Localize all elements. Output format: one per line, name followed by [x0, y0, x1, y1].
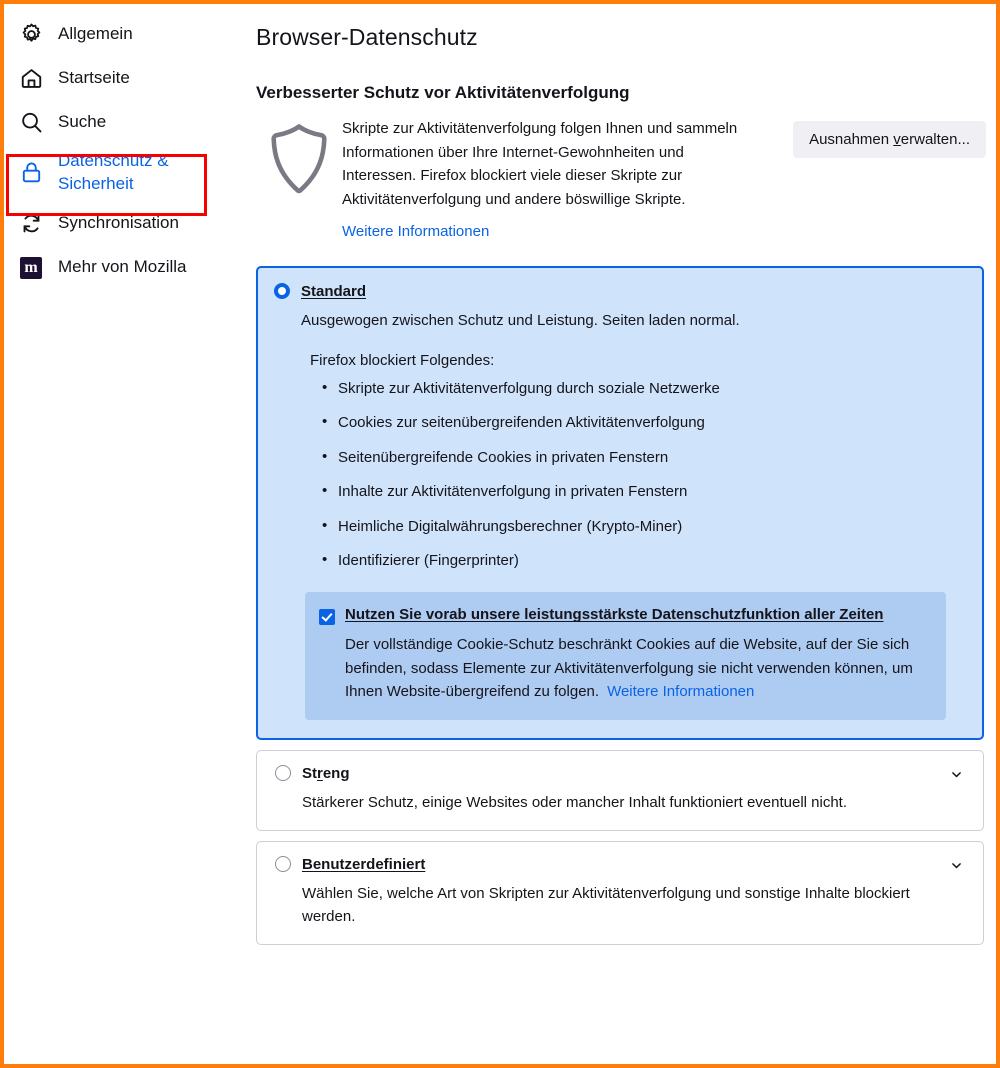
settings-content: Browser-Datenschutz Verbesserter Schutz …	[254, 4, 996, 1064]
total-cookie-protection-banner: Nutzen Sie vorab unsere leistungsstärkst…	[305, 591, 946, 720]
manage-exceptions-button[interactable]: Ausnahmen verwalten...	[793, 121, 986, 158]
shield-icon	[256, 117, 342, 195]
radio-standard[interactable]	[274, 283, 290, 300]
gear-icon	[18, 21, 44, 47]
option-custom-description: Wählen Sie, welche Art von Skripten zur …	[302, 884, 910, 926]
sidebar-item-label: Mehr von Mozilla	[58, 257, 187, 277]
option-standard-header[interactable]: Standard	[274, 283, 964, 300]
option-standard-label: Standard	[301, 282, 367, 300]
list-item: Inhalte zur Aktivitätenverfolgung in pri…	[322, 482, 964, 502]
cookie-banner-description-block: Der vollständige Cookie-Schutz beschränk…	[345, 633, 928, 704]
sidebar-item-mehr-von-mozilla[interactable]: m Mehr von Mozilla	[4, 246, 254, 290]
sidebar-item-label: Datenschutz & Sicherheit	[58, 151, 169, 193]
standard-blocks-intro: Firefox blockiert Folgendes:	[310, 351, 495, 369]
mozilla-m-badge: m	[20, 256, 42, 279]
cookie-banner-header[interactable]: Nutzen Sie vorab unsere leistungsstärkst…	[319, 606, 928, 625]
option-card-custom[interactable]: Benutzerdefiniert Wählen Sie, welche Art…	[256, 840, 984, 946]
etp-description: Skripte zur Aktivitätenverfolgung folgen…	[342, 120, 738, 208]
sidebar-item-label: Suche	[58, 111, 107, 131]
list-item: Cookies zur seitenübergreifenden Aktivit…	[322, 413, 964, 433]
sidebar-item-synchronisation[interactable]: Synchronisation	[4, 202, 254, 246]
lock-icon	[18, 160, 44, 186]
sidebar-item-label: Synchronisation	[58, 213, 179, 233]
etp-learn-more-link[interactable]: Weitere Informationen	[342, 220, 489, 244]
sync-icon	[18, 211, 44, 237]
cookie-banner-title: Nutzen Sie vorab unsere leistungsstärkst…	[345, 605, 884, 623]
checkbox-total-cookie-protection[interactable]	[319, 608, 335, 625]
standard-blocked-items-list: Skripte zur Aktivitätenverfolgung durch …	[322, 378, 964, 571]
option-custom-label: Benutzerdefiniert	[302, 855, 426, 873]
list-item: Heimliche Digitalwährungsberechner (Kryp…	[322, 516, 964, 537]
list-item: Identifizierer (Fingerprinter)	[322, 551, 964, 571]
sidebar-item-suche[interactable]: Suche	[4, 100, 254, 144]
etp-description-block: Skripte zur Aktivitätenverfolgung folgen…	[342, 117, 742, 244]
chevron-down-icon[interactable]	[950, 859, 963, 872]
cookie-banner-learn-more-link[interactable]: Weitere Informationen	[607, 683, 754, 700]
sidebar-item-label: Startseite	[58, 67, 130, 87]
section-heading-enhanced-tracking-protection: Verbesserter Schutz vor Aktivitätenverfo…	[256, 83, 630, 102]
option-strict-description: Stärkerer Schutz, einige Websites oder m…	[302, 793, 848, 811]
option-custom-header[interactable]: Benutzerdefiniert	[275, 856, 965, 873]
chevron-down-icon[interactable]	[950, 768, 963, 781]
option-standard-description: Ausgewogen zwischen Schutz und Leistung.…	[301, 311, 740, 329]
page-title: Browser-Datenschutz	[256, 24, 478, 50]
radio-strict[interactable]	[275, 765, 291, 782]
list-item: Seitenübergreifende Cookies in privaten …	[322, 447, 964, 468]
sidebar-item-startseite[interactable]: Startseite	[4, 56, 254, 100]
option-strict-header[interactable]: Streng	[275, 765, 965, 782]
protection-level-options: Standard Ausgewogen zwischen Schutz und …	[256, 265, 986, 946]
sidebar-item-allgemein[interactable]: Allgemein	[4, 12, 254, 56]
sidebar-item-label: Allgemein	[58, 23, 133, 43]
option-card-standard[interactable]: Standard Ausgewogen zwischen Schutz und …	[256, 265, 984, 740]
settings-window: Allgemein Startseite Suche Datenschutz &…	[0, 0, 1000, 1068]
option-strict-label: Streng	[302, 764, 350, 782]
list-item: Skripte zur Aktivitätenverfolgung durch …	[322, 378, 964, 399]
home-icon	[18, 65, 44, 91]
mozilla-m-icon: m	[18, 255, 44, 281]
etp-intro-block: Skripte zur Aktivitätenverfolgung folgen…	[256, 117, 986, 244]
search-icon	[18, 109, 44, 135]
settings-sidebar: Allgemein Startseite Suche Datenschutz &…	[4, 4, 254, 1064]
radio-custom[interactable]	[275, 856, 291, 873]
sidebar-item-datenschutz-sicherheit[interactable]: Datenschutz & Sicherheit	[4, 144, 254, 202]
option-card-strict[interactable]: Streng Stärkerer Schutz, einige Websites…	[256, 749, 984, 831]
